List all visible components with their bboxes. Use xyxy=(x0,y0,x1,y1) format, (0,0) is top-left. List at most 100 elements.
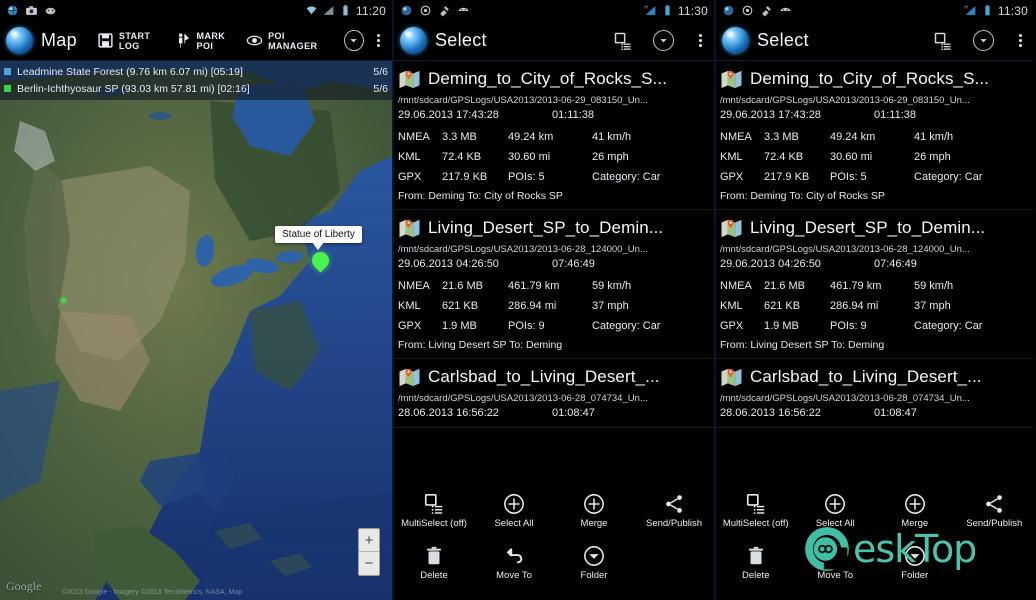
delete-button[interactable]: Delete xyxy=(716,540,796,592)
map-marker-secondary[interactable] xyxy=(61,298,66,303)
multiselect-icon xyxy=(424,493,443,514)
action-bar-select: Select xyxy=(394,21,714,61)
status-bar-clock: 11:30 xyxy=(997,3,1028,18)
zoom-in-button[interactable]: + xyxy=(359,529,379,552)
move-to-button[interactable]: Move To xyxy=(796,540,876,592)
list-item-title: Living_Desert_SP_to_Demin... xyxy=(750,217,986,237)
select-all-button[interactable]: Select All xyxy=(474,488,554,540)
stat-size: 72.4 KB xyxy=(442,151,482,163)
start-log-button[interactable]: START LOG xyxy=(97,31,167,51)
list-item-path: /mnt/sdcard/GPSLogs/USA2013/2013-06-28_0… xyxy=(720,393,970,404)
app-globe-icon xyxy=(7,5,18,16)
map-zoom-controls[interactable]: + − xyxy=(358,528,380,576)
plus-circle-icon xyxy=(904,493,925,514)
mark-poi-button[interactable]: MARK POI xyxy=(175,31,239,51)
chevron-down-circle-icon[interactable] xyxy=(973,30,994,51)
chevron-down-circle-icon[interactable] xyxy=(653,30,674,51)
list-item-path: /mnt/sdcard/GPSLogs/USA2013/2013-06-28_1… xyxy=(398,244,648,255)
map-attribution-text: ©2013 Google - Imagery ©2013 TerraMetric… xyxy=(62,589,243,596)
select-panel-primary: H 11:30 Select Deming_to_City_of_Rocks_S… xyxy=(392,0,714,600)
list-item-title: Carlsbad_to_Living_Desert_... xyxy=(428,366,660,386)
move-to-label: Move To xyxy=(817,569,854,581)
send-publish-label: Send/Publish xyxy=(966,517,1023,529)
track-count: 5/6 xyxy=(373,82,388,95)
list-item[interactable]: Deming_to_City_of_Rocks_S... /mnt/sdcard… xyxy=(716,61,1034,210)
battery-icon xyxy=(985,5,990,16)
list-item-title: Deming_to_City_of_Rocks_S... xyxy=(428,68,668,88)
stat-speed: Category: Car xyxy=(914,320,983,332)
track-list[interactable]: Deming_to_City_of_Rocks_S... /mnt/sdcard… xyxy=(394,61,714,481)
stat-metric: 461.79 km xyxy=(830,280,882,292)
stat-speed: 59 km/h xyxy=(914,280,954,292)
more-vertical-icon[interactable] xyxy=(1012,31,1028,51)
more-vertical-icon[interactable] xyxy=(692,31,708,51)
bottom-action-bar: MultiSelect (off) Select All Merge Send/… xyxy=(716,481,1034,600)
list-item-datetime: 29.06.2013 17:43:28 xyxy=(720,109,821,121)
map-view[interactable]: Leadmine State Forest (9.76 km 6.07 mi) … xyxy=(0,61,392,600)
stat-speed: Category: Car xyxy=(592,320,661,332)
stat-format: NMEA xyxy=(398,131,430,143)
list-item-title: Deming_to_City_of_Rocks_S... xyxy=(750,68,990,88)
list-item[interactable]: Living_Desert_SP_to_Demin... /mnt/sdcard… xyxy=(394,210,714,359)
track-color-swatch xyxy=(4,85,11,92)
stat-speed: 41 km/h xyxy=(592,131,632,143)
list-item-stats: NMEA 21.6 MB 461.79 km 59 km/h KML 621 K… xyxy=(720,276,1030,336)
folder-button[interactable]: Folder xyxy=(554,540,634,592)
stat-metric: POIs: 9 xyxy=(830,320,867,332)
merge-button[interactable]: Merge xyxy=(875,488,955,540)
bottom-action-spacer xyxy=(955,540,1035,592)
screenshot-root: 11:20 Map START LOG MARK POI POI MANAGER… xyxy=(0,0,1036,600)
stat-speed: 26 mph xyxy=(914,151,951,163)
app-logo-icon xyxy=(400,27,427,54)
stat-format: GPX xyxy=(398,320,422,332)
status-bar-map: 11:20 xyxy=(0,0,392,21)
move-to-button[interactable]: Move To xyxy=(474,540,554,592)
stat-format: GPX xyxy=(398,171,422,183)
bottom-action-spacer xyxy=(634,540,714,592)
stat-metric: 30.60 mi xyxy=(830,151,873,163)
stat-size: 3.3 MB xyxy=(764,131,799,143)
stat-metric: 49.24 km xyxy=(508,131,554,143)
list-item[interactable]: Carlsbad_to_Living_Desert_... /mnt/sdcar… xyxy=(716,359,1034,428)
list-item-header: Living_Desert_SP_to_Demin... xyxy=(398,212,710,243)
multiselect-icon[interactable] xyxy=(613,31,633,51)
track-row[interactable]: Berlin-Ichthyosaur SP (93.03 km 57.81 mi… xyxy=(4,80,388,97)
chevron-down-circle-icon[interactable] xyxy=(344,30,364,51)
delete-button[interactable]: Delete xyxy=(394,540,474,592)
list-item[interactable]: Living_Desert_SP_to_Demin... /mnt/sdcard… xyxy=(716,210,1034,359)
camera-icon xyxy=(26,6,37,15)
list-item-path: /mnt/sdcard/GPSLogs/USA2013/2013-06-29_0… xyxy=(720,95,970,106)
multiselect-label: MultiSelect (off) xyxy=(401,517,467,529)
stat-speed: 37 mph xyxy=(914,300,951,312)
stat-size: 21.6 MB xyxy=(442,280,483,292)
multiselect-icon[interactable] xyxy=(933,31,953,51)
folder-button[interactable]: Folder xyxy=(875,540,955,592)
marker-callout[interactable]: Statue of Liberty xyxy=(275,226,362,250)
zoom-out-button[interactable]: − xyxy=(359,552,379,575)
map-file-icon xyxy=(721,70,742,88)
stat-format: NMEA xyxy=(720,131,752,143)
satellite-map-image xyxy=(0,61,392,600)
poi-manager-button[interactable]: POI MANAGER xyxy=(246,31,328,51)
list-item[interactable]: Carlsbad_to_Living_Desert_... /mnt/sdcar… xyxy=(394,359,714,428)
list-item[interactable]: Deming_to_City_of_Rocks_S... /mnt/sdcard… xyxy=(394,61,714,210)
trash-icon xyxy=(427,546,441,564)
multiselect-button[interactable]: MultiSelect (off) xyxy=(716,488,796,540)
select-all-button[interactable]: Select All xyxy=(796,488,876,540)
track-row[interactable]: Leadmine State Forest (9.76 km 6.07 mi) … xyxy=(4,63,388,80)
more-vertical-icon[interactable] xyxy=(372,31,386,51)
hsignal-icon: H xyxy=(964,4,976,15)
android-icon xyxy=(780,7,791,12)
app-logo-icon xyxy=(6,27,33,54)
multiselect-button[interactable]: MultiSelect (off) xyxy=(394,488,474,540)
send-publish-button[interactable]: Send/Publish xyxy=(634,488,714,540)
track-list[interactable]: Deming_to_City_of_Rocks_S... /mnt/sdcard… xyxy=(716,61,1034,481)
map-file-icon xyxy=(721,368,742,386)
merge-button[interactable]: Merge xyxy=(554,488,634,540)
list-item-duration: 01:11:38 xyxy=(552,109,595,121)
send-publish-button[interactable]: Send/Publish xyxy=(955,488,1035,540)
move-to-label: Move To xyxy=(496,569,532,581)
page-title: Map xyxy=(41,30,77,50)
list-item-header: Deming_to_City_of_Rocks_S... xyxy=(720,63,1030,94)
stat-metric: POIs: 5 xyxy=(508,171,545,183)
